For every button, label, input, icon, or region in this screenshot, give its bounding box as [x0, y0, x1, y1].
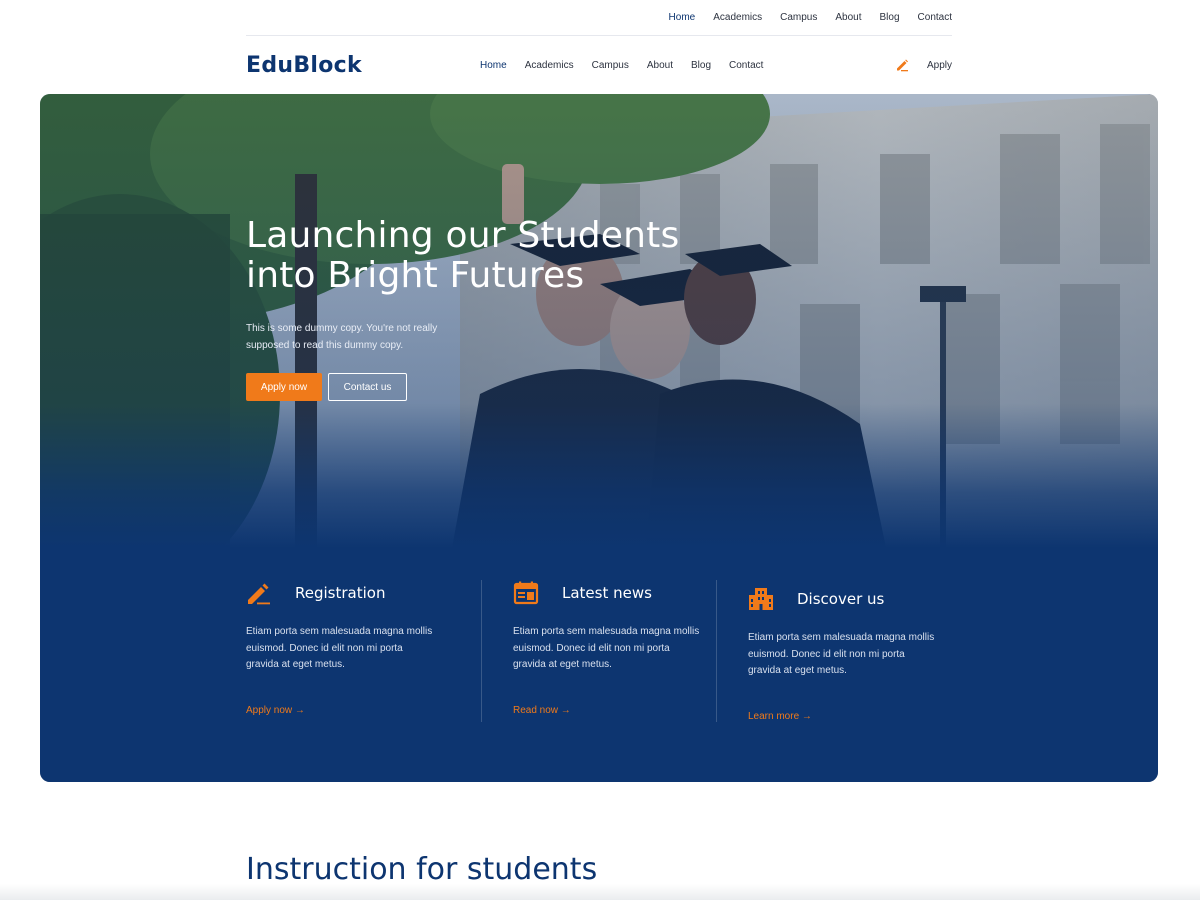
nav-item-academics[interactable]: Academics — [525, 60, 574, 71]
feature-link-apply[interactable]: Apply now → — [246, 705, 305, 716]
hero-section: Launching our Students into Bright Futur… — [40, 94, 1158, 782]
bottom-scroll-shadow — [0, 884, 1200, 900]
feature-header: Latest news — [513, 580, 692, 606]
feature-title: Registration — [295, 584, 386, 602]
feature-registration: Registration Etiam porta sem malesuada m… — [246, 580, 481, 722]
hero-subtitle: This is some dummy copy. You're not real… — [246, 323, 438, 351]
feature-columns: Registration Etiam porta sem malesuada m… — [246, 580, 952, 722]
topnav-item-home[interactable]: Home — [669, 12, 696, 23]
apply-label: Apply — [926, 59, 952, 71]
nav-item-campus[interactable]: Campus — [592, 60, 629, 71]
feature-discover-us: Discover us Etiam porta sem malesuada ma… — [716, 580, 951, 722]
apply-link[interactable]: Apply — [895, 36, 952, 94]
feature-link-learn[interactable]: Learn more → — [748, 711, 812, 722]
apply-now-button[interactable]: Apply now — [246, 373, 322, 401]
feature-latest-news: Latest news Etiam porta sem malesuada ma… — [481, 580, 716, 722]
site-header: EduBlock Home Academics Campus About Blo… — [246, 36, 952, 94]
pencil-edit-icon — [246, 580, 272, 606]
topnav-item-blog[interactable]: Blog — [880, 12, 900, 23]
nav-item-about[interactable]: About — [647, 60, 673, 71]
feature-title: Discover us — [797, 590, 885, 608]
feature-link-read[interactable]: Read now → — [513, 705, 571, 716]
hero-content: Launching our Students into Bright Futur… — [246, 216, 706, 401]
topnav-item-campus[interactable]: Campus — [780, 12, 817, 23]
nav-item-blog[interactable]: Blog — [691, 60, 711, 71]
feature-title: Latest news — [562, 584, 652, 602]
feature-header: Discover us — [748, 586, 927, 612]
topnav-item-about[interactable]: About — [835, 12, 861, 23]
building-icon — [748, 586, 774, 612]
topnav-item-academics[interactable]: Academics — [713, 12, 762, 23]
feature-text: Etiam porta sem malesuada magna mollis e… — [748, 632, 935, 676]
hero-buttons: Apply now Contact us — [246, 373, 706, 401]
pencil-icon — [895, 58, 909, 72]
calendar-icon — [513, 580, 539, 606]
contact-us-button[interactable]: Contact us — [328, 373, 407, 401]
nav-item-home[interactable]: Home — [480, 60, 507, 71]
main-nav: Home Academics Campus About Blog Contact — [480, 36, 781, 94]
topnav-item-contact[interactable]: Contact — [918, 12, 952, 23]
feature-header: Registration — [246, 580, 457, 606]
feature-text: Etiam porta sem malesuada magna mollis e… — [246, 626, 433, 670]
feature-text: Etiam porta sem malesuada magna mollis e… — [513, 626, 700, 670]
section-heading: Instruction for students — [246, 852, 598, 887]
site-logo[interactable]: EduBlock — [246, 53, 362, 78]
top-utility-nav: Home Academics Campus About Blog Contact — [246, 0, 952, 36]
nav-item-contact[interactable]: Contact — [729, 60, 763, 71]
hero-title: Launching our Students into Bright Futur… — [246, 215, 680, 296]
